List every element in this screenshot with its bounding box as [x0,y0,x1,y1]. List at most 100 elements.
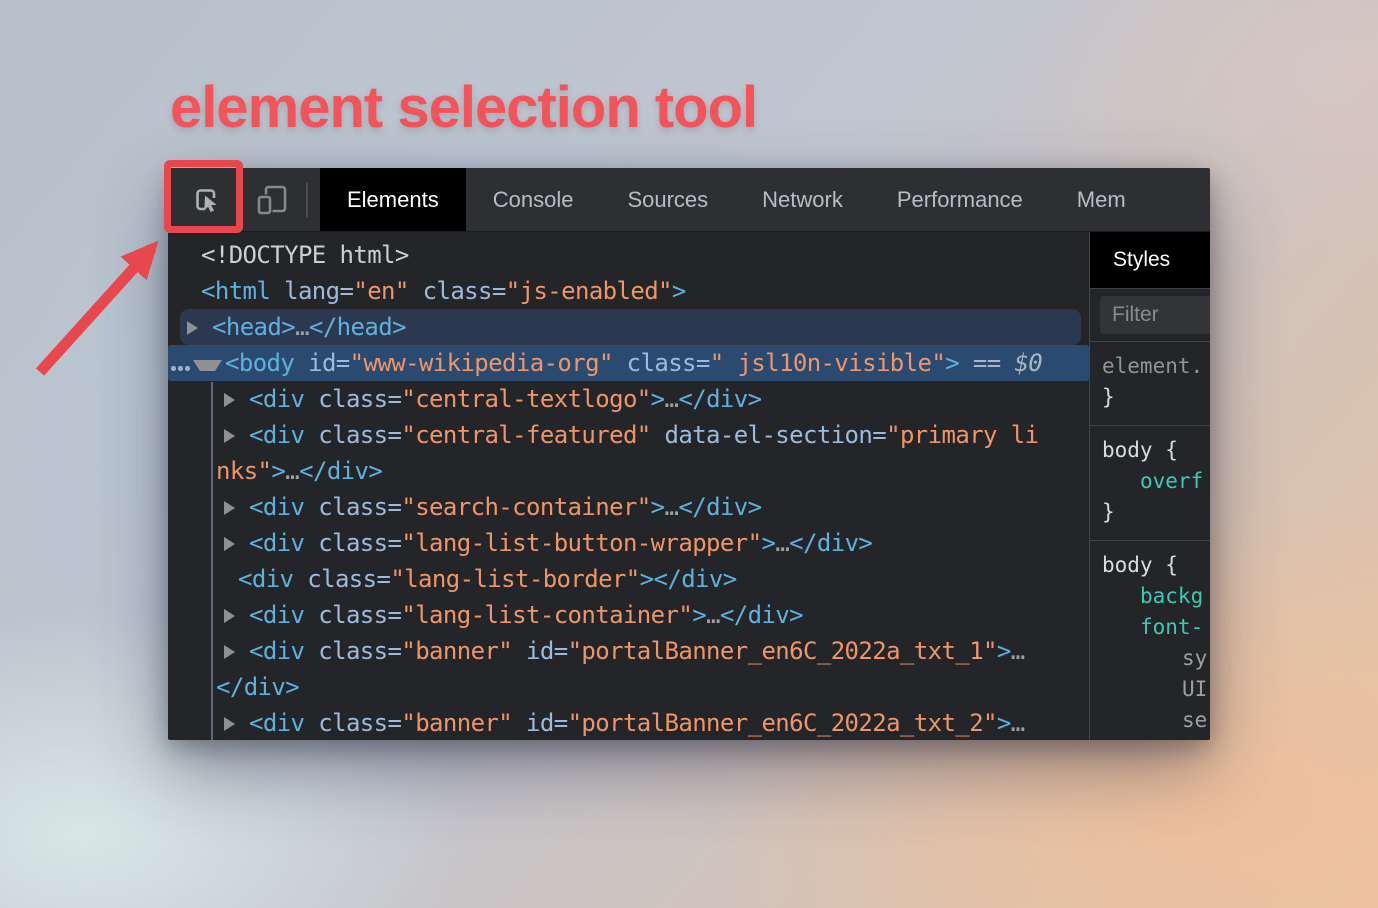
code-token: class= [304,421,401,449]
code-token: class= [304,637,401,665]
devtools-window: ElementsConsoleSourcesNetworkPerformance… [168,168,1210,740]
code-token: nks" [216,457,271,485]
code-token: "js-enabled" [506,277,672,305]
code-token: > [945,349,959,377]
code-token: id= [294,349,349,377]
css-value[interactable]: sy [1102,643,1210,674]
dom-tree-row[interactable]: <div class="lang-list-border"></div> [168,561,1089,597]
code-token: … [1011,709,1025,737]
code-token: "lang-list-border" [390,565,639,593]
styles-filter-row [1090,289,1210,342]
code-token: > [761,529,775,557]
css-selector[interactable]: } [1102,382,1210,413]
code-token: </div> [216,673,299,701]
toggle-device-toolbar-button[interactable] [244,168,300,231]
code-token: … [775,529,789,557]
css-selector[interactable]: body { [1102,435,1210,466]
dom-tree-row[interactable]: <div class="central-featured" data-el-se… [168,417,1089,453]
code-token: "primary li [886,421,1038,449]
css-property[interactable]: font- [1102,736,1210,740]
devtools-toolbar: ElementsConsoleSourcesNetworkPerformance… [168,168,1210,232]
code-token: > [271,457,285,485]
code-token: > [997,637,1011,665]
code-token: > [997,709,1011,737]
tab-styles[interactable]: Styles [1090,248,1170,272]
style-rule: element.} [1090,342,1210,426]
code-token: <div [249,709,304,737]
code-token: <div [249,637,304,665]
code-token: > [651,493,665,521]
dom-tree-row[interactable]: nks">…</div> [168,453,1089,489]
tab-mem[interactable]: Mem [1050,168,1153,231]
expand-arrow-icon[interactable] [224,429,245,443]
expand-arrow-icon[interactable] [224,501,245,515]
code-token: data-el-section= [651,421,886,449]
code-token: </head> [309,313,406,341]
code-token: class= [304,493,401,521]
code-token: "portalBanner_en6C_2022a_txt_2" [568,709,997,737]
css-selector[interactable]: } [1102,497,1210,528]
tab-elements[interactable]: Elements [320,168,466,231]
dom-tree-row[interactable]: <div class="banner" id="portalBanner_en6… [168,633,1089,669]
css-value[interactable]: UI [1102,674,1210,705]
collapse-arrow-icon[interactable] [193,360,222,371]
css-property[interactable]: backg [1102,581,1210,612]
code-token: "central-featured" [401,421,650,449]
code-token: class= [304,385,401,413]
style-rule: body {overf} [1090,426,1210,541]
code-token: <html [201,277,270,305]
expand-arrow-icon[interactable] [224,537,245,551]
dom-tree-row[interactable]: <div class="lang-list-container">…</div> [168,597,1089,633]
tab-performance[interactable]: Performance [870,168,1050,231]
code-token: id= [512,637,567,665]
code-token: <div [249,493,304,521]
code-token: <div [249,385,304,413]
dom-tree-row[interactable]: <div class="central-textlogo">…</div> [168,381,1089,417]
expand-arrow-icon[interactable] [224,609,245,623]
code-token: class= [409,277,506,305]
css-selector[interactable]: body { [1102,550,1210,581]
css-property[interactable]: font- [1102,612,1210,643]
code-token: class= [304,709,401,737]
code-token: class= [293,565,390,593]
styles-filter-input[interactable] [1100,296,1210,334]
css-value[interactable]: se [1102,705,1210,736]
dom-tree-row[interactable]: <head>…</head> [180,309,1081,345]
expand-arrow-icon[interactable] [224,645,245,659]
dom-tree-row[interactable]: <div class="banner" id="portalBanner_en6… [168,705,1089,740]
expand-arrow-icon[interactable] [224,717,245,731]
dom-tree-row[interactable]: <html lang="en" class="js-enabled"> [168,273,1089,309]
code-token: … [665,385,679,413]
toolbar-divider [306,183,308,217]
code-token: … [295,313,309,341]
code-token: lang= [270,277,353,305]
styles-panel: Styles element.}body {overf}body {backgf… [1089,232,1210,740]
css-selector[interactable]: element. [1102,351,1210,382]
code-token: class= [304,529,401,557]
dom-tree-row[interactable]: <!DOCTYPE html> [168,237,1089,273]
code-token: "en" [353,277,408,305]
tab-console[interactable]: Console [466,168,601,231]
code-token: … [665,493,679,521]
dom-tree-row[interactable]: </div> [168,669,1089,705]
dom-tree-row[interactable]: <div class="search-container">…</div> [168,489,1089,525]
css-property[interactable]: overf [1102,466,1210,497]
code-token: "lang-list-container" [401,601,692,629]
expand-arrow-icon[interactable] [224,393,245,407]
devtools-tab-bar: ElementsConsoleSourcesNetworkPerformance… [320,168,1153,231]
code-token: <head> [212,313,295,341]
annotation-arrow [20,222,180,387]
dom-tree-row[interactable]: <div class="lang-list-button-wrapper">…<… [168,525,1089,561]
device-toolbar-icon [255,184,289,216]
tab-sources[interactable]: Sources [600,168,735,231]
code-token: <body [225,349,294,377]
code-token: " jsl10n-visible" [710,349,945,377]
code-token: "www-wikipedia-org" [350,349,613,377]
code-token: <div [249,601,304,629]
expand-arrow-icon[interactable] [187,321,208,335]
code-token: id= [512,709,567,737]
code-token: > [692,601,706,629]
dom-tree-row[interactable]: <body id="www-wikipedia-org" class=" jsl… [168,345,1089,381]
code-token: <!DOCTYPE html> [201,241,409,269]
tab-network[interactable]: Network [735,168,870,231]
